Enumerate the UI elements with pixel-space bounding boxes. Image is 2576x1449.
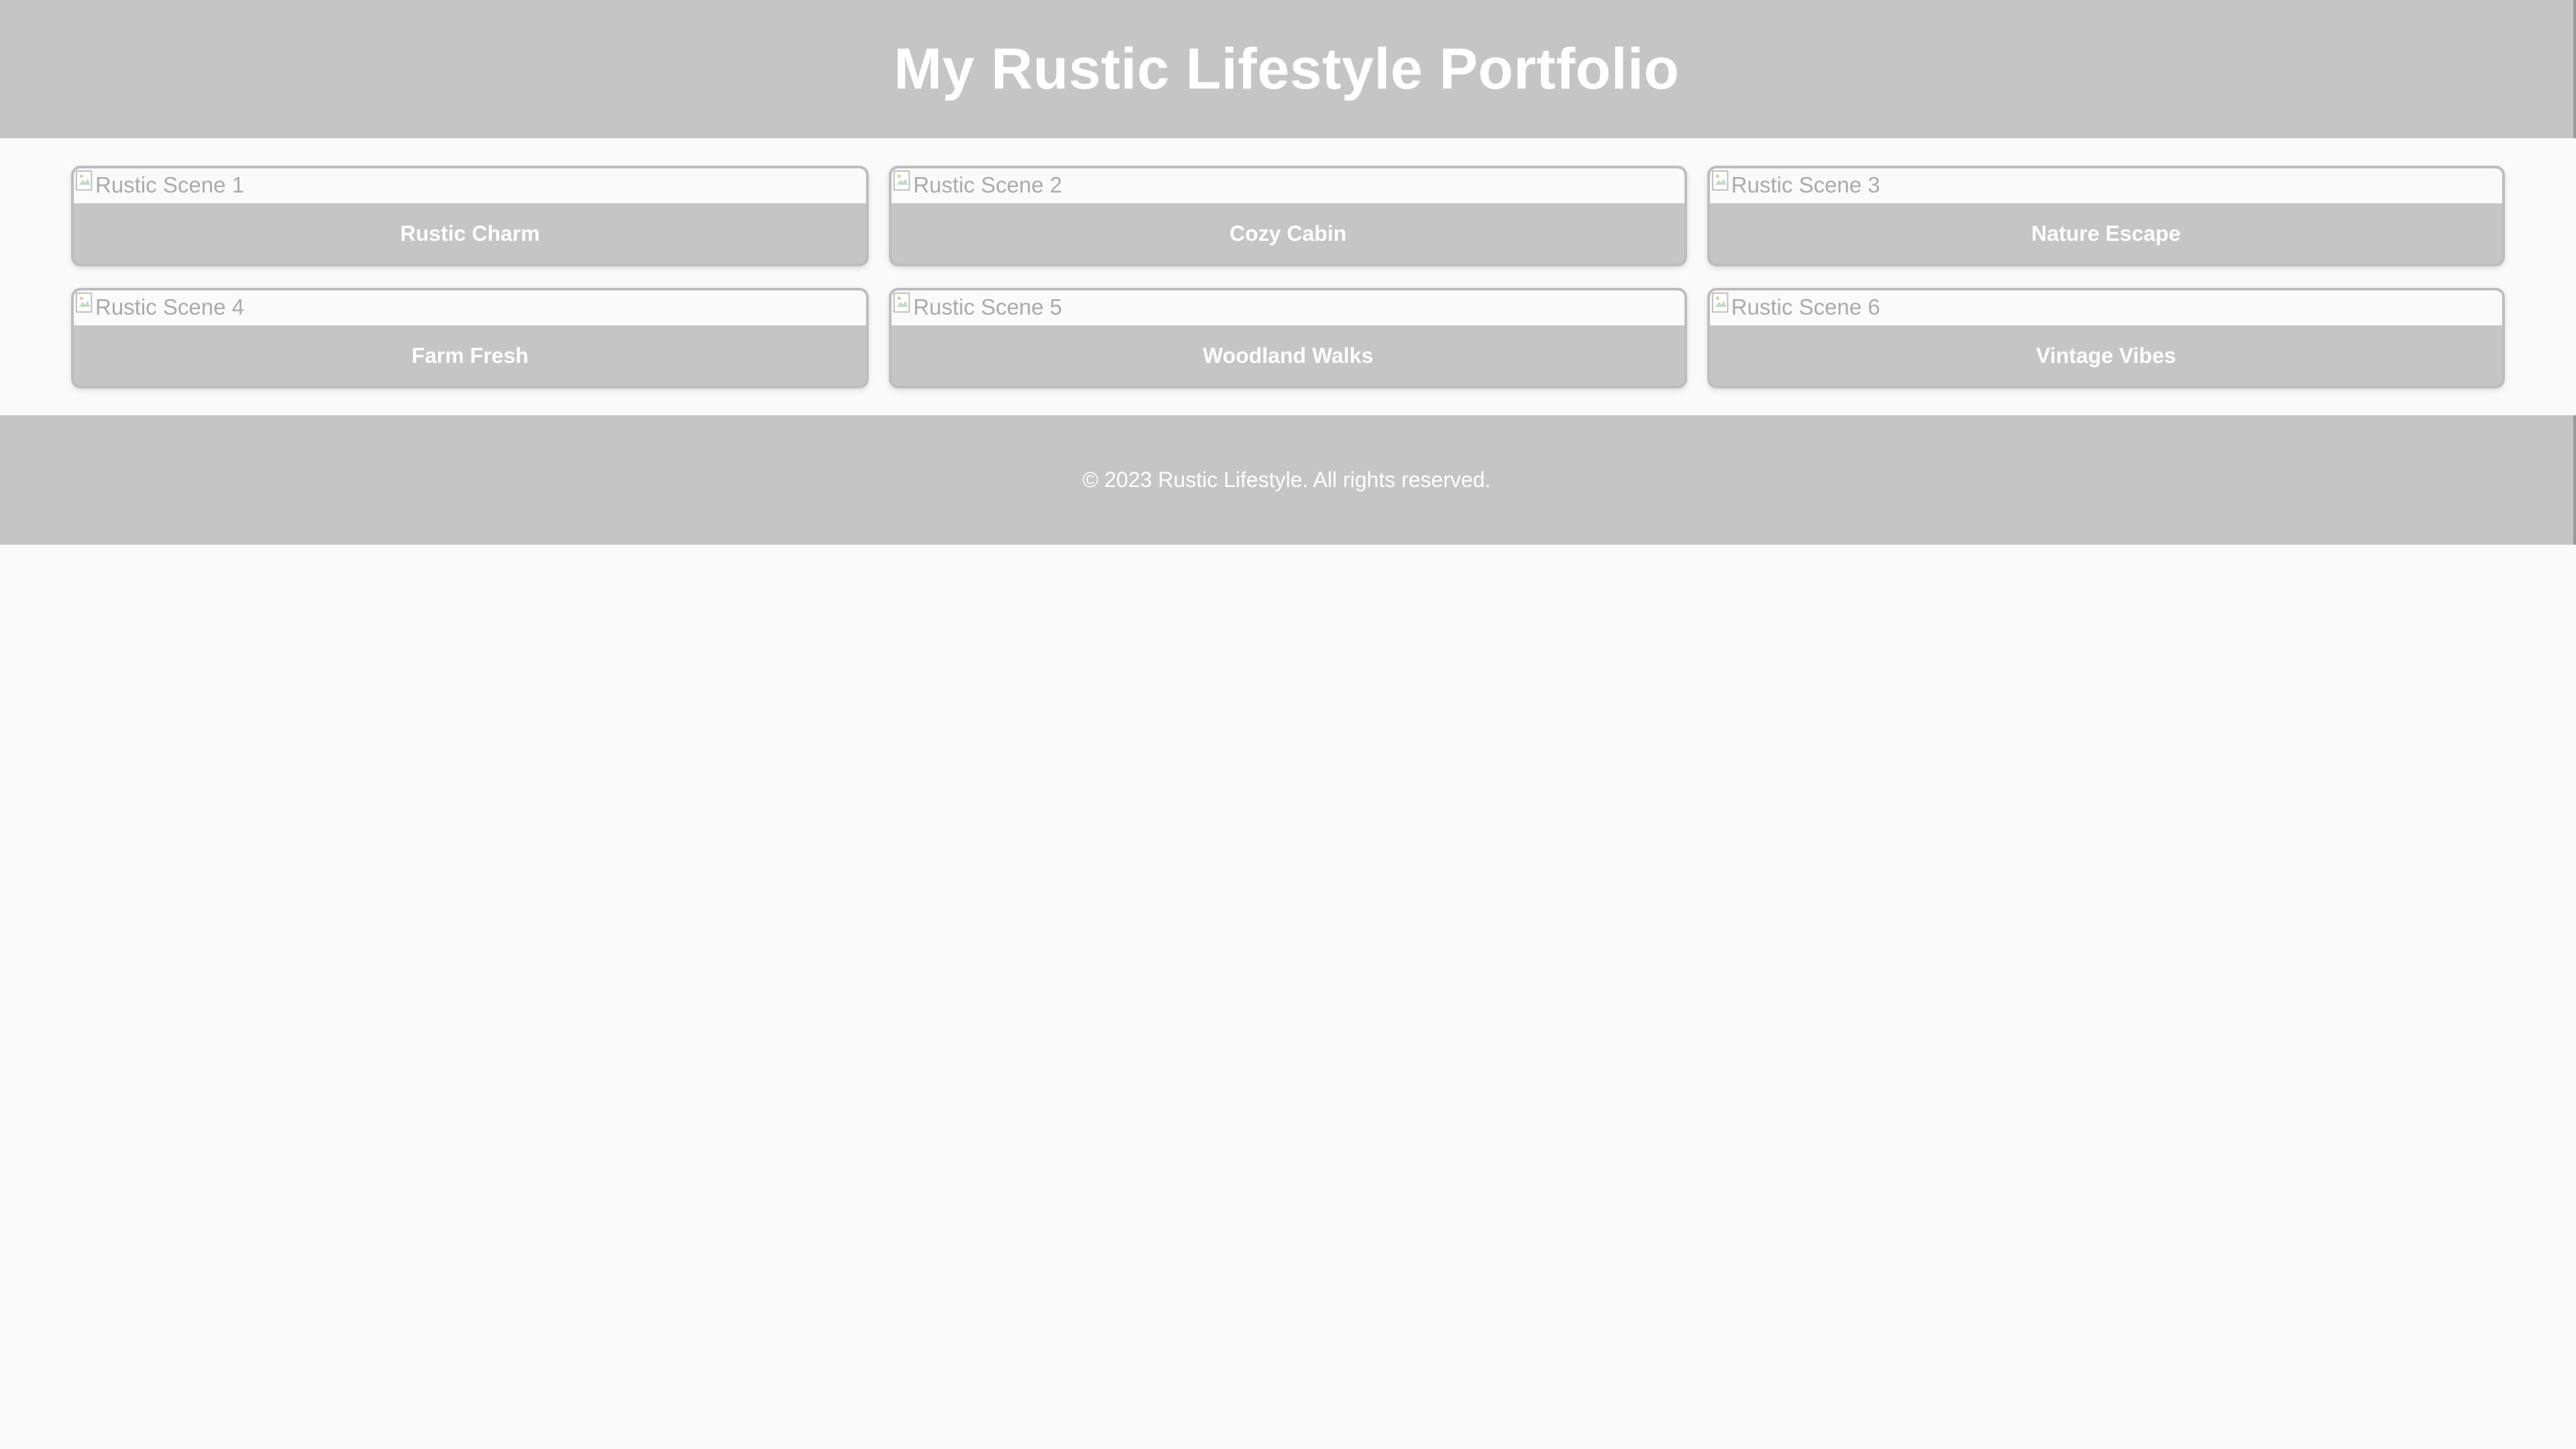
gallery-image[interactable]: Rustic Scene 2 (892, 168, 1684, 203)
broken-image-icon (75, 292, 93, 313)
broken-image-icon (894, 170, 910, 191)
broken-image-icon (1711, 170, 1728, 191)
card-caption: Woodland Walks (1202, 343, 1374, 368)
card-caption: Rustic Charm (400, 221, 540, 246)
card-caption: Farm Fresh (411, 343, 529, 368)
broken-image-icon (894, 292, 910, 313)
image-alt-text: Rustic Scene 6 (1731, 294, 1880, 319)
gallery-card[interactable]: Rustic Scene 1 Rustic Charm (71, 166, 869, 266)
site-header: My Rustic Lifestyle Portfolio (0, 0, 2576, 138)
copyright-text: © 2023 Rustic Lifestyle. All rights rese… (1082, 468, 1491, 492)
gallery-image[interactable]: Rustic Scene 6 (1709, 290, 2502, 325)
broken-image-icon (75, 170, 93, 191)
page-title: My Rustic Lifestyle Portfolio (894, 36, 1680, 101)
gallery-card[interactable]: Rustic Scene 3 Nature Escape (1707, 166, 2505, 266)
image-alt-text: Rustic Scene 1 (95, 172, 244, 197)
gallery-image[interactable]: Rustic Scene 3 (1709, 168, 2502, 203)
image-alt-text: Rustic Scene 3 (1731, 172, 1880, 197)
image-alt-text: Rustic Scene 4 (95, 294, 244, 319)
gallery-card[interactable]: Rustic Scene 5 Woodland Walks (889, 288, 1687, 388)
gallery-image[interactable]: Rustic Scene 4 (74, 290, 867, 325)
broken-image-icon (1711, 292, 1728, 313)
gallery-image[interactable]: Rustic Scene 1 (74, 168, 867, 203)
gallery-card[interactable]: Rustic Scene 2 Cozy Cabin (889, 166, 1687, 266)
image-alt-text: Rustic Scene 5 (913, 294, 1063, 319)
page: My Rustic Lifestyle Portfolio Rustic Sce… (0, 0, 2576, 1449)
card-caption: Vintage Vibes (2035, 343, 2176, 368)
image-alt-text: Rustic Scene 2 (913, 172, 1063, 197)
gallery-card[interactable]: Rustic Scene 4 Farm Fresh (71, 288, 869, 388)
site-footer: © 2023 Rustic Lifestyle. All rights rese… (0, 415, 2576, 545)
gallery-image[interactable]: Rustic Scene 5 (892, 290, 1684, 325)
gallery-card[interactable]: Rustic Scene 6 Vintage Vibes (1707, 288, 2505, 388)
card-caption: Nature Escape (2031, 221, 2181, 246)
card-caption: Cozy Cabin (1229, 221, 1347, 246)
portfolio-gallery: Rustic Scene 1 Rustic Charm Rustic Scene… (71, 166, 2505, 388)
